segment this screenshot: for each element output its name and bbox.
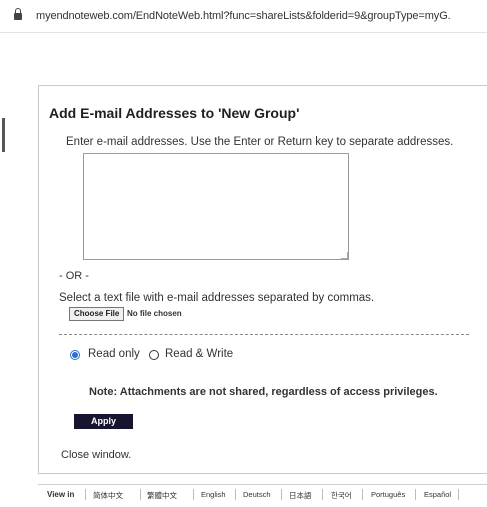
lang-link-japanese[interactable]: 日本語	[286, 490, 315, 501]
lang-link-deutsch[interactable]: Deutsch	[240, 490, 274, 499]
file-select-label: Select a text file with e-mail addresses…	[59, 292, 375, 304]
view-in-label: View in	[47, 490, 75, 499]
lang-separator	[281, 489, 282, 500]
add-email-dialog: Add E-mail Addresses to 'New Group' Ente…	[38, 85, 487, 474]
lang-separator	[415, 489, 416, 500]
lang-separator	[322, 489, 323, 500]
lang-separator	[140, 489, 141, 500]
read-write-radio[interactable]	[149, 350, 159, 360]
read-only-label[interactable]: Read only	[88, 348, 140, 360]
lang-link-zh-hans[interactable]: 简体中文	[90, 490, 126, 501]
dialog-title: Add E-mail Addresses to 'New Group'	[49, 105, 300, 121]
close-window-link[interactable]: Close window.	[61, 449, 131, 461]
lang-separator	[235, 489, 236, 500]
lang-link-korean[interactable]: 한국어	[328, 490, 355, 501]
lang-link-english[interactable]: English	[198, 490, 229, 499]
attachments-note: Note: Attachments are not shared, regard…	[89, 386, 438, 398]
resize-grip-icon[interactable]	[341, 252, 348, 259]
choose-file-button[interactable]: Choose File	[69, 307, 125, 321]
language-bar: View in 简体中文 繁體中文 English Deutsch 日本語 한국…	[38, 484, 487, 507]
read-write-label[interactable]: Read & Write	[165, 348, 233, 360]
lang-link-espanol[interactable]: Español	[421, 490, 454, 499]
url-text[interactable]: myendnoteweb.com/EndNoteWeb.html?func=sh…	[36, 10, 451, 22]
lang-separator	[458, 489, 459, 500]
lang-link-portugues[interactable]: Português	[368, 490, 408, 499]
email-addresses-textarea[interactable]	[83, 153, 349, 260]
dashed-divider	[59, 334, 469, 335]
lang-separator	[362, 489, 363, 500]
no-file-chosen-text: No file chosen	[127, 309, 182, 318]
apply-button[interactable]: Apply	[74, 414, 133, 429]
lang-link-zh-hant[interactable]: 繁體中文	[144, 490, 180, 501]
email-instructions: Enter e-mail addresses. Use the Enter or…	[66, 136, 454, 148]
lang-separator	[193, 489, 194, 500]
browser-address-bar[interactable]: myendnoteweb.com/EndNoteWeb.html?func=sh…	[0, 0, 487, 33]
lang-separator	[85, 489, 86, 500]
lock-icon	[14, 8, 22, 20]
or-separator: - OR -	[59, 270, 89, 282]
window-edge-mark	[2, 118, 5, 152]
read-only-radio[interactable]	[70, 350, 80, 360]
